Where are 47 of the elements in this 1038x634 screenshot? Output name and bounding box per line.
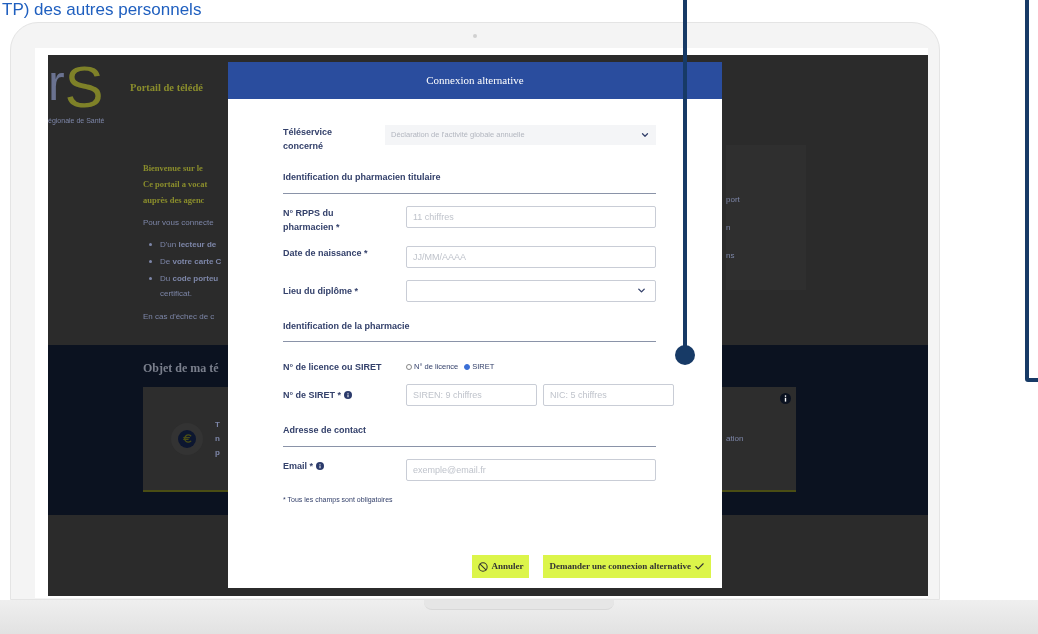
info-icon (780, 393, 791, 404)
slide-heading: TP) des autres personnels (1, 0, 203, 21)
input-field[interactable]: exemple@email.fr (406, 458, 656, 481)
card-text: ation (726, 432, 744, 445)
section-title: Objet de ma té (143, 360, 219, 377)
field-label: Date de naissance * (283, 246, 368, 260)
welcome-text: Ce portail a vocat (143, 178, 209, 191)
side-card-text: port (726, 194, 741, 206)
field-label: N° de licence ou SIRET (283, 361, 383, 374)
ban-icon (478, 561, 489, 572)
card-text: n (215, 432, 220, 445)
side-card-text: n (726, 222, 732, 234)
chevron-down-icon (636, 285, 647, 296)
input-field[interactable]: NIC: 5 chiffres (543, 384, 674, 406)
check-icon (694, 561, 705, 572)
welcome-text: auprès des agenc (143, 194, 206, 207)
chevron-down-icon (640, 130, 650, 140)
side-card-text: ns (726, 250, 736, 262)
radio-button[interactable] (464, 364, 471, 370)
bullet-item: D'un lecteur de (143, 237, 228, 252)
section-heading: Identification du pharmacien titulaire (283, 171, 656, 194)
section-heading: Adresse de contact (283, 424, 656, 447)
dropdown-field[interactable] (406, 279, 656, 302)
field-label: Téléservice concerné (283, 126, 334, 153)
radio-button[interactable] (406, 364, 412, 370)
bullet-item: Du code porteu certificat. (143, 271, 228, 301)
logo-letter: r (48, 57, 65, 108)
request-button[interactable]: Demander une connexion alternative (543, 555, 711, 578)
logo-letter: S (64, 57, 104, 116)
cancel-button[interactable]: Annuler (472, 555, 530, 578)
section-heading: Identification de la pharmacie (283, 319, 656, 342)
fallback-text: En cas d'échec de c (143, 311, 216, 323)
portal-title: Portail de télédé (130, 80, 203, 95)
field-label: N° RPPS du pharmacien * (283, 206, 340, 234)
input-field[interactable]: 11 chiffres (406, 205, 656, 228)
modal-title: Connexion alternative (426, 73, 524, 89)
euro-icon (178, 429, 196, 448)
field-label: N° de SIRET * (283, 389, 342, 402)
field-label: Lieu du diplôme * (283, 284, 359, 298)
welcome-text: Bienvenue sur le (143, 162, 204, 175)
input-field[interactable]: SIREN: 9 chiffres (406, 384, 537, 406)
field-label: Email * (283, 459, 313, 473)
input-field[interactable]: JJ/MM/AAAA (406, 245, 656, 268)
card-text: T (215, 418, 220, 431)
card-text: p (215, 446, 220, 459)
bullet-item: De votre carte C (143, 254, 228, 269)
intro-text: Pour vous connecte (143, 217, 215, 229)
